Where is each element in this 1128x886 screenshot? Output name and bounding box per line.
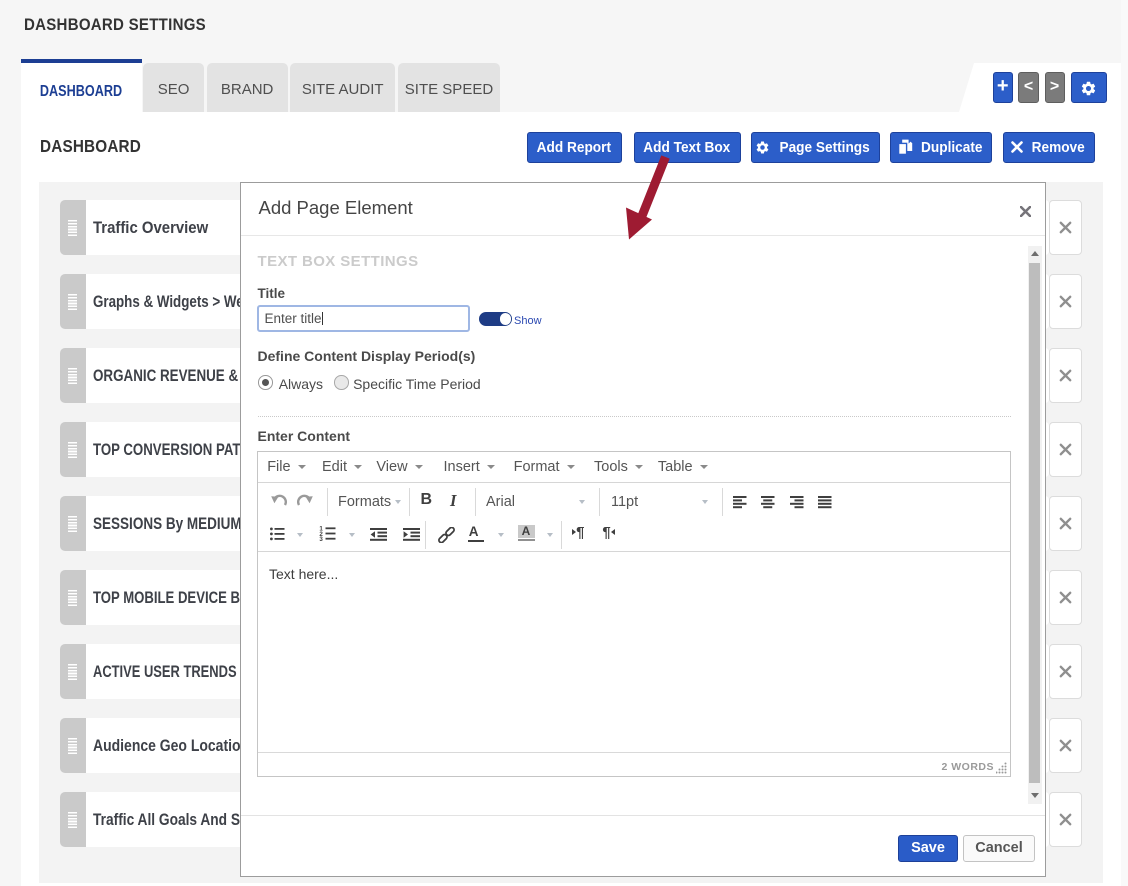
svg-text:3: 3: [319, 536, 323, 541]
